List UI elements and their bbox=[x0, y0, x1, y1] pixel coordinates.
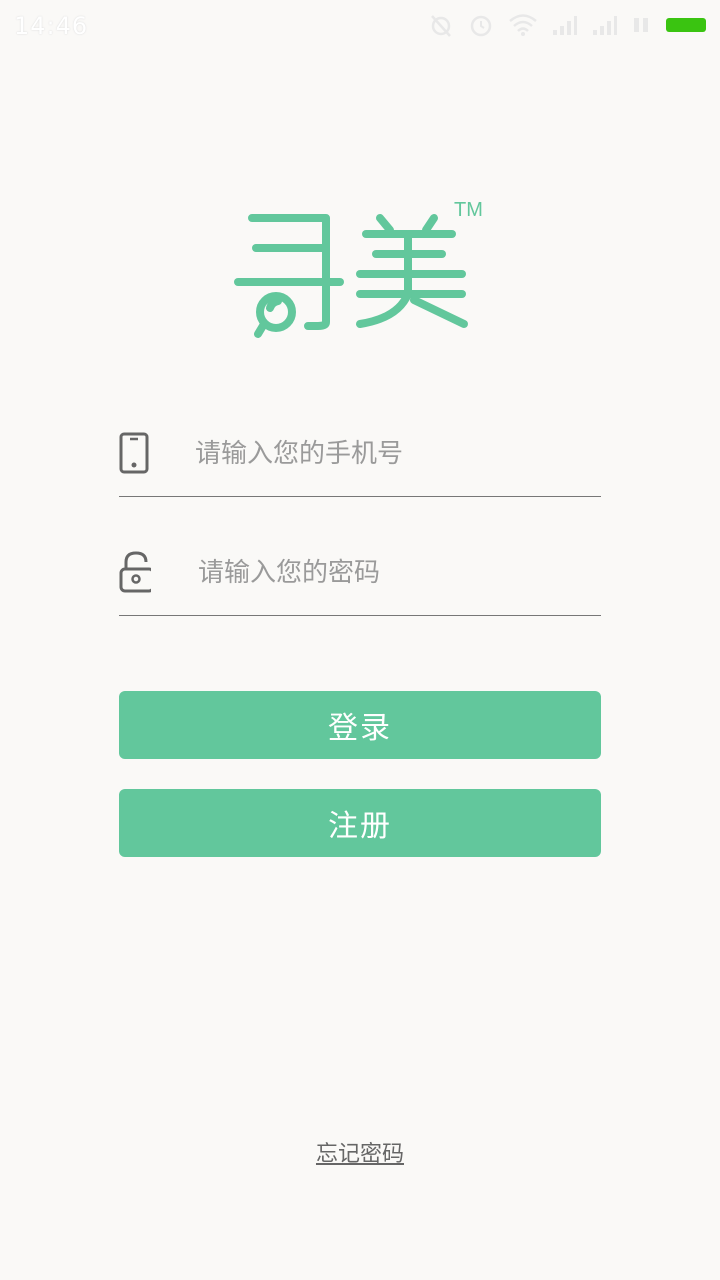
phone-icon bbox=[119, 432, 149, 474]
battery-percent-icon bbox=[634, 18, 648, 32]
wifi-icon bbox=[509, 14, 537, 36]
password-input[interactable] bbox=[198, 553, 578, 593]
unlock-icon bbox=[119, 551, 151, 593]
forgot-password-row: 忘记密码 bbox=[0, 1136, 720, 1168]
status-icons bbox=[428, 10, 706, 40]
register-button[interactable]: 注册 bbox=[119, 789, 601, 857]
status-time: 14:46 bbox=[14, 12, 89, 40]
signal-icon-1 bbox=[553, 16, 577, 35]
alarm-icon bbox=[470, 15, 492, 37]
login-page: 14:46 TM 请输入您的手机号 登录 注册 忘记密码 bbox=[0, 0, 720, 1280]
battery-icon bbox=[666, 18, 706, 32]
alarm-off-icon bbox=[431, 15, 451, 37]
password-field bbox=[119, 545, 601, 616]
signal-icon-2 bbox=[593, 16, 617, 35]
status-bar: 14:46 bbox=[0, 0, 720, 50]
login-button[interactable]: 登录 bbox=[119, 691, 601, 759]
trademark-symbol: TM bbox=[454, 199, 483, 221]
phone-input[interactable] bbox=[195, 434, 575, 474]
brand-logo: TM bbox=[234, 199, 483, 338]
forgot-password-link[interactable]: 忘记密码 bbox=[316, 1142, 404, 1167]
phone-field bbox=[119, 426, 601, 497]
